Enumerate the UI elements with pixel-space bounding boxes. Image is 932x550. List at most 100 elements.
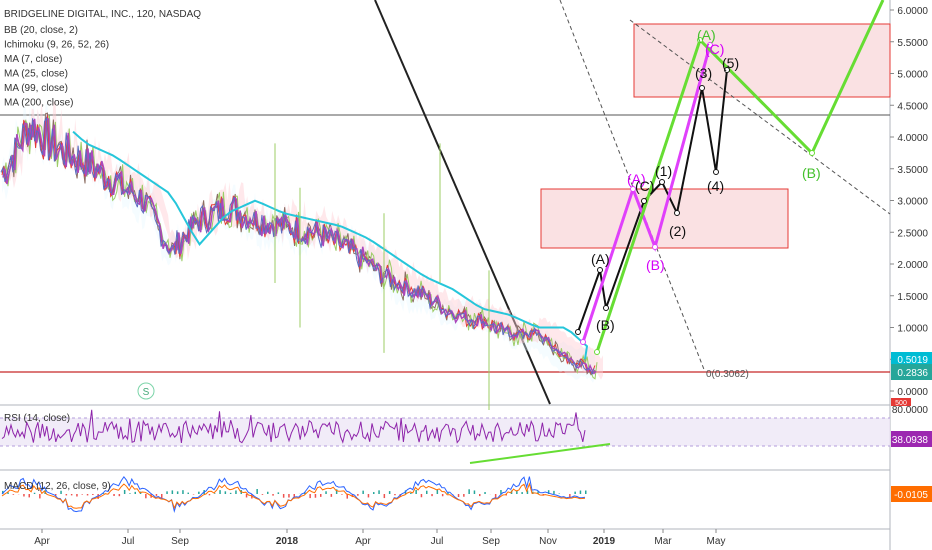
macd-bar	[410, 492, 412, 494]
macd-bar	[145, 494, 147, 499]
macd-bar	[65, 494, 68, 496]
wave-label-black-3: (3)	[695, 65, 712, 81]
macd-bar	[123, 490, 126, 494]
wave-label-black-4: (4)	[707, 178, 724, 194]
macd-bar	[12, 494, 15, 495]
price-tick-label: 0.0000	[897, 387, 928, 398]
price-tick-label: 5.0000	[897, 70, 928, 81]
middle-target-zone[interactable]	[540, 188, 789, 249]
macd-bar	[521, 492, 523, 494]
macd-bar	[288, 494, 290, 498]
time-tick-label: 2019	[593, 536, 616, 547]
macd-bar	[70, 494, 73, 496]
macd-bar	[176, 491, 179, 494]
time-tick-label: May	[707, 536, 726, 547]
macd-bar	[468, 489, 470, 494]
indicator-label: MA (200, close)	[4, 98, 73, 109]
macd-bar	[256, 489, 258, 494]
macd-bar	[330, 494, 333, 497]
macd-bar	[320, 494, 322, 497]
price-tick-label: 3.0000	[897, 197, 928, 208]
macd-bar	[314, 494, 317, 498]
rsi-divergence-line[interactable]	[469, 443, 611, 464]
macd-bar	[447, 492, 449, 494]
indicator-label: MA (25, close)	[4, 69, 68, 80]
macd-bar	[341, 494, 343, 495]
rsi-label: RSI (14, close)	[4, 413, 70, 424]
wave-pivot-dot	[594, 349, 600, 355]
wave-pivot-dot	[597, 267, 603, 273]
macd-bar	[579, 490, 582, 494]
macd-bar	[394, 494, 396, 496]
macd-bar	[129, 493, 131, 494]
macd-bar	[235, 490, 237, 494]
indicator-label: Ichimoku (9, 26, 52, 26)	[4, 40, 109, 51]
macd-bar	[261, 494, 264, 495]
macd-bar	[272, 494, 274, 496]
macd-bar	[86, 494, 89, 496]
macd-bar	[362, 490, 364, 494]
wave-label-magenta-b: (B)	[646, 257, 665, 273]
indicator-label: MA (99, close)	[4, 83, 68, 94]
macd-bar	[426, 490, 428, 494]
indicator-label: BB (20, close, 2)	[4, 25, 78, 36]
wave-label-magenta-c: (C)	[705, 41, 724, 57]
macd-bar	[171, 490, 174, 494]
fib-level-label: 0(0.3062)	[706, 369, 749, 380]
wave-pivot-dot	[699, 85, 705, 91]
macd-bar	[282, 494, 285, 498]
wave-pivot-dot	[809, 150, 815, 156]
macd-bar	[388, 491, 391, 494]
wave-pivot-dot	[713, 169, 719, 175]
macd-bar	[76, 494, 78, 497]
wave-pivot-dot	[674, 210, 680, 216]
macd-bar	[155, 494, 158, 496]
wave-label-black-2: (2)	[669, 223, 686, 239]
time-tick-label: Sep	[482, 536, 500, 547]
time-tick-label: Jul	[431, 536, 444, 547]
macd-bar	[484, 492, 486, 494]
macd-bar	[219, 490, 221, 494]
macd-bar	[23, 494, 25, 497]
macd-bar	[373, 492, 375, 494]
macd-bar	[457, 494, 460, 497]
macd-bar	[585, 490, 587, 494]
upper-target-zone[interactable]	[633, 23, 891, 98]
wave-label-green-b: (B)	[802, 165, 821, 181]
wave-pivot-dot	[603, 305, 609, 311]
macd-bar	[134, 491, 136, 494]
time-tick-label: Apr	[355, 536, 371, 547]
macd-bar	[187, 492, 189, 494]
macd-bar	[277, 492, 280, 494]
wave-label-green-a: (A)	[697, 27, 716, 43]
rsi-axis-tick: 80.0000	[892, 405, 929, 416]
rsi-value-text: 38.0938	[892, 435, 929, 446]
indicator-legend: BB (20, close, 2) Ichimoku (9, 26, 52, 26…	[4, 25, 109, 109]
price-tick-label: 1.0000	[897, 324, 928, 335]
time-axis: Apr Jul Sep 2018 Apr Jul Sep Nov 2019 Mar May	[34, 529, 725, 547]
wave-label-black-a: (A)	[591, 251, 610, 267]
macd-bar	[28, 494, 30, 498]
macd-bar	[166, 491, 168, 494]
price-tick-label: 6.0000	[897, 6, 928, 17]
last-price-text: 0.2836	[897, 368, 928, 379]
macd-bar	[309, 494, 311, 499]
macd-bar	[415, 489, 417, 494]
macd-value-text: -0.0105	[894, 490, 928, 501]
time-tick-label: Mar	[654, 536, 672, 547]
price-series-lines	[0, 112, 598, 411]
wave-label-black-b: (B)	[596, 317, 615, 333]
macd-bar	[92, 494, 94, 495]
macd-bar	[367, 494, 370, 498]
macd-bar	[245, 494, 248, 498]
chart-root: (A) (B) (1) (2) (3) (4) (5) (A) (B) (C) …	[0, 0, 932, 550]
indicator-label: MA (7, close)	[4, 54, 62, 65]
time-tick-label: Nov	[539, 536, 557, 547]
macd-bar	[479, 494, 481, 497]
macd-bar	[229, 492, 232, 494]
macd-bar	[81, 494, 83, 495]
macd-bar	[420, 494, 423, 498]
symbol-title: BRIDGELINE DIGITAL, INC., 120, NASDAQ	[4, 9, 201, 20]
macd-bar	[431, 494, 433, 497]
wave-pivot-dot	[575, 329, 581, 335]
